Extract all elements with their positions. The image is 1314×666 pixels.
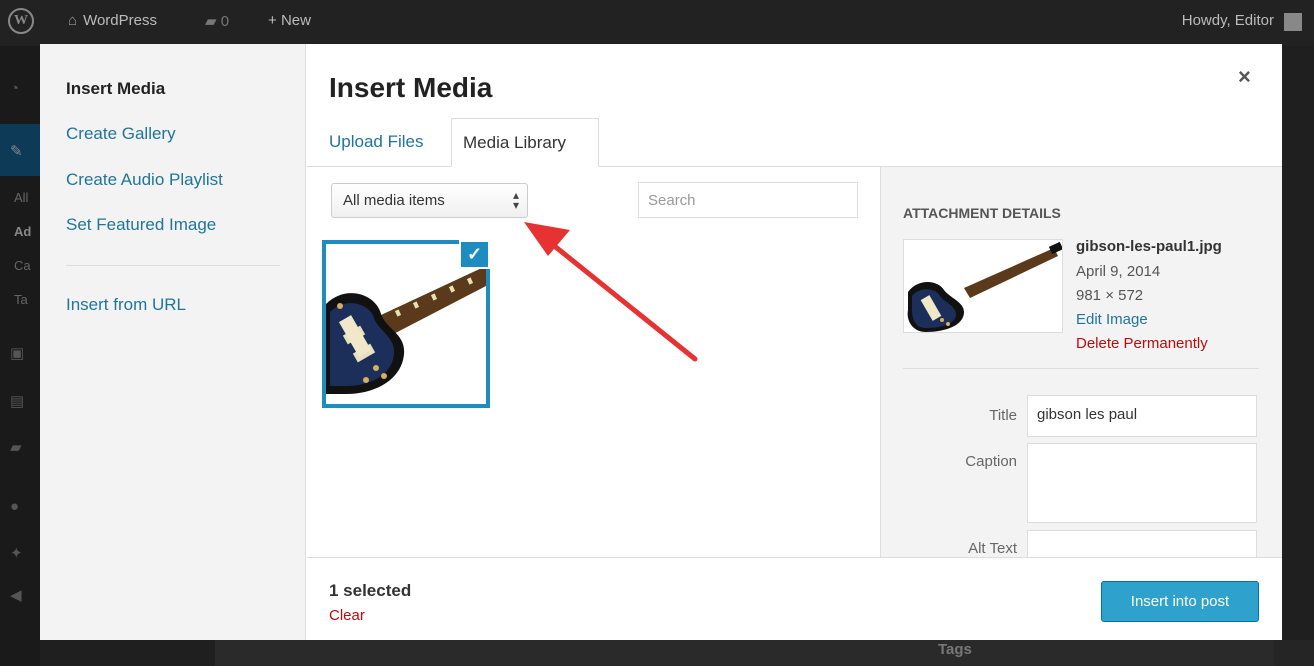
modal-title: Insert Media — [329, 72, 493, 103]
annotation-arrow-icon — [524, 222, 698, 362]
users-icon[interactable]: ● — [10, 498, 28, 515]
admin-bar: W ⌂ WordPress ▰ 0 + New Howdy, Editor — [0, 0, 1314, 46]
pin-icon: ✎ — [10, 143, 23, 160]
admin-menu: ◔ ✎ All Ad Ca Ta ▣ ▤ ▰ ● ✦ ◀ — [0, 46, 40, 666]
menu-insert-from-url[interactable]: Insert from URL — [66, 295, 186, 315]
comments-link[interactable]: ▰ 0 — [205, 12, 229, 30]
tools-icon[interactable]: ✦ — [10, 544, 28, 562]
submenu-categories[interactable]: Ca — [14, 258, 31, 273]
tab-upload-files[interactable]: Upload Files — [318, 118, 435, 167]
alt-text-label: Alt Text — [968, 540, 1017, 557]
media-icon[interactable]: ▣ — [10, 344, 28, 362]
avatar[interactable] — [1284, 13, 1302, 31]
modal-footer: 1 selected Clear Insert into post — [307, 557, 1282, 640]
background-panel — [215, 640, 1314, 666]
submenu-add[interactable]: Ad — [14, 224, 31, 239]
menu-separator — [66, 265, 280, 266]
menu-create-audio-playlist[interactable]: Create Audio Playlist — [66, 170, 223, 190]
submenu-all[interactable]: All — [14, 190, 28, 205]
collapse-icon[interactable]: ◀ — [10, 586, 28, 604]
caption-field[interactable] — [1027, 443, 1257, 523]
insert-into-post-button[interactable]: Insert into post — [1101, 581, 1259, 622]
tab-media-library[interactable]: Media Library — [451, 118, 599, 167]
close-icon[interactable]: × — [1238, 64, 1251, 90]
attachment-filename: gibson-les-paul1.jpg — [1076, 238, 1222, 255]
background-toggle — [1274, 640, 1314, 666]
details-thumbnail — [903, 239, 1063, 333]
attachment-date: April 9, 2014 — [1076, 263, 1161, 280]
title-label: Title — [989, 407, 1017, 424]
menu-set-featured-image[interactable]: Set Featured Image — [66, 215, 216, 235]
details-header: Attachment Details — [903, 205, 1061, 221]
pages-icon[interactable]: ▤ — [10, 392, 28, 410]
new-content-link[interactable]: + New — [268, 12, 311, 29]
media-modal: Insert Media Create Gallery Create Audio… — [40, 44, 1282, 640]
delete-permanently-link[interactable]: Delete Permanently — [1076, 335, 1208, 352]
title-field[interactable]: gibson les paul — [1027, 395, 1257, 437]
selection-count: 1 selected — [329, 581, 412, 600]
home-icon: ⌂ — [68, 12, 78, 29]
media-filter-select[interactable]: All media items ▴ ▾ — [331, 183, 528, 218]
guitar-thumb-image — [904, 240, 1062, 332]
menu-insert-media[interactable]: Insert Media — [66, 79, 165, 99]
submenu-tags[interactable]: Ta — [14, 292, 28, 307]
site-name-link[interactable]: ⌂ WordPress — [68, 12, 157, 29]
dashboard-icon[interactable]: ◔ — [10, 80, 28, 97]
attachment-details-sidebar: Attachment Details gibson-les-paul1.jpg … — [880, 167, 1282, 570]
clear-selection-link[interactable]: Clear — [329, 607, 365, 624]
comment-icon: ▰ — [205, 13, 217, 30]
details-divider — [903, 368, 1259, 369]
wordpress-logo-icon[interactable]: W — [8, 8, 34, 34]
caption-label: Caption — [965, 453, 1017, 470]
howdy-link[interactable]: Howdy, Editor — [1182, 12, 1274, 29]
checkmark-icon[interactable]: ✓ — [459, 240, 490, 269]
attachment-dimensions: 981 × 572 — [1076, 287, 1144, 304]
posts-menu-active[interactable]: ✎ — [0, 124, 40, 176]
edit-image-link[interactable]: Edit Image — [1076, 311, 1148, 328]
comments-icon[interactable]: ▰ — [10, 438, 28, 456]
menu-create-gallery[interactable]: Create Gallery — [66, 124, 176, 144]
tags-box-title: Tags — [938, 641, 972, 658]
plus-icon: + — [268, 12, 277, 29]
media-menu: Insert Media Create Gallery Create Audio… — [40, 44, 306, 640]
